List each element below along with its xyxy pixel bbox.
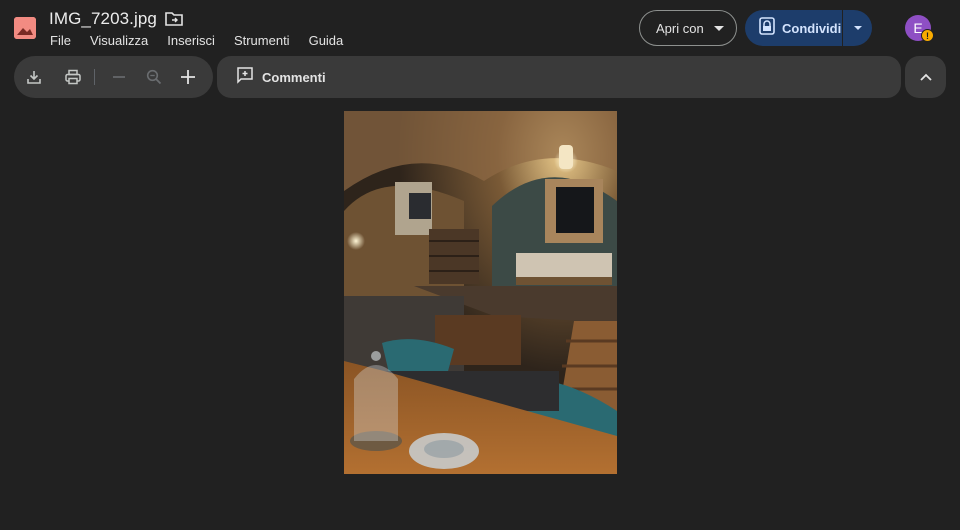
- share-button-group: Condividi: [745, 10, 872, 46]
- comments-label: Commenti: [262, 69, 326, 85]
- print-icon[interactable]: [61, 65, 85, 89]
- menu-file[interactable]: File: [50, 33, 71, 48]
- menu-bar: File Visualizza Inserisci Strumenti Guid…: [50, 33, 362, 48]
- share-options-dropdown[interactable]: [843, 10, 872, 46]
- title-row: IMG_7203.jpg: [49, 9, 183, 29]
- move-to-folder-icon[interactable]: [165, 11, 183, 27]
- menu-insert[interactable]: Inserisci: [167, 33, 215, 48]
- open-with-button[interactable]: Apri con: [639, 10, 737, 46]
- caret-down-icon: [713, 25, 724, 31]
- image-file-icon: [14, 17, 36, 39]
- comments-bar: Commenti: [217, 56, 901, 98]
- zoom-icon[interactable]: [142, 65, 166, 89]
- share-button[interactable]: Condividi: [745, 10, 842, 46]
- download-icon[interactable]: [22, 65, 46, 89]
- add-comment-icon: [236, 66, 254, 89]
- image-preview: [344, 111, 617, 474]
- zoom-out-icon[interactable]: [107, 65, 131, 89]
- lock-share-icon: [759, 16, 775, 40]
- zoom-in-icon[interactable]: [176, 65, 200, 89]
- menu-tools[interactable]: Strumenti: [234, 33, 290, 48]
- share-label: Condividi: [782, 20, 842, 36]
- open-with-label: Apri con: [656, 20, 704, 36]
- caret-down-icon: [853, 26, 862, 30]
- menu-help[interactable]: Guida: [309, 33, 344, 48]
- photo-illustration: [344, 111, 617, 474]
- toolbar: [14, 56, 213, 98]
- chevron-up-icon[interactable]: [905, 56, 946, 98]
- document-title[interactable]: IMG_7203.jpg: [49, 9, 157, 29]
- comments-button[interactable]: Commenti: [236, 66, 326, 89]
- warning-badge-icon: !: [921, 29, 934, 42]
- menu-view[interactable]: Visualizza: [90, 33, 148, 48]
- toolbar-divider: [94, 69, 95, 85]
